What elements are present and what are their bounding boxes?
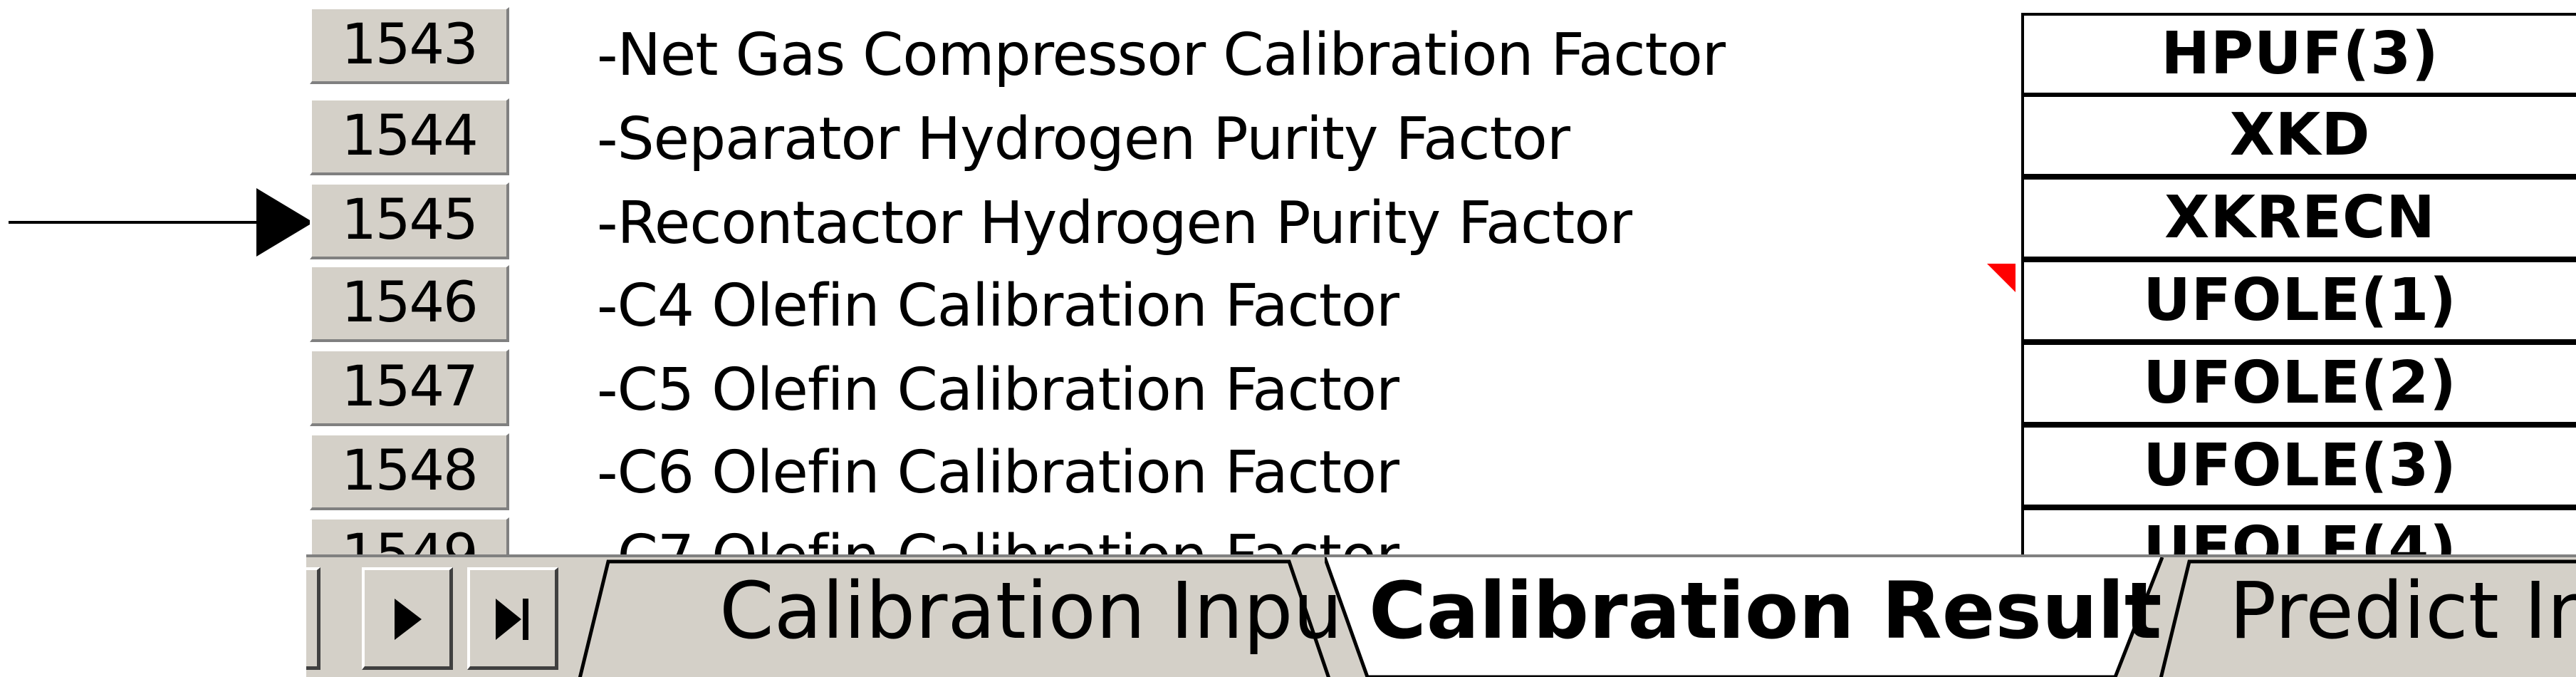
cell-code[interactable]: XKRECN [2021, 177, 2576, 259]
tab-label: Calibration Result [1369, 565, 2162, 656]
row-header[interactable]: 1546 [310, 265, 509, 342]
tab-label: Calibration Input [719, 565, 1374, 656]
cell-description[interactable]: -Net Gas Compressor Calibration Factor [597, 14, 1726, 97]
tab-calibration-result[interactable]: Calibration Result [1325, 557, 2165, 677]
row-header[interactable]: 1547 [310, 349, 509, 426]
last-sheet-button[interactable] [467, 567, 558, 670]
spreadsheet-area: 1543 -Net Gas Compressor Calibration Fac… [0, 0, 2576, 677]
cell-code[interactable]: UFOLE(2) [2021, 342, 2576, 425]
cell-code[interactable]: HPUF(3) [2021, 13, 2576, 95]
row-header[interactable]: 1543 [310, 7, 509, 84]
last-sheet-icon [496, 599, 528, 640]
comment-indicator[interactable] [1987, 264, 2016, 292]
row-header[interactable]: 1544 [310, 98, 509, 175]
cell-description[interactable]: -Separator Hydrogen Purity Factor [597, 98, 1570, 181]
row-header[interactable]: 1545 [310, 182, 509, 259]
cell-description[interactable]: -C5 Olefin Calibration Factor [597, 349, 1399, 432]
prev-sheet-button[interactable] [306, 567, 320, 670]
play-right-icon [395, 599, 422, 640]
tab-calibration-input[interactable]: Calibration Input [577, 557, 1373, 677]
tab-predict-input[interactable]: Predict In [2158, 557, 2576, 677]
next-sheet-button[interactable] [362, 567, 453, 670]
cell-code[interactable]: UFOLE(3) [2021, 425, 2576, 507]
cell-description[interactable]: -C6 Olefin Calibration Factor [597, 432, 1399, 515]
cell-description[interactable]: -C4 Olefin Calibration Factor [597, 265, 1399, 348]
tab-label: Predict In [2229, 565, 2576, 656]
cell-code[interactable]: UFOLE(1) [2021, 259, 2576, 342]
cell-description[interactable]: -Recontactor Hydrogen Purity Factor [597, 182, 1632, 265]
sheet-tab-bar: Calibration Input Calibration Result Pre… [306, 554, 2576, 677]
cell-code[interactable]: XKD [2021, 94, 2576, 177]
row-header[interactable]: 1548 [310, 433, 509, 510]
